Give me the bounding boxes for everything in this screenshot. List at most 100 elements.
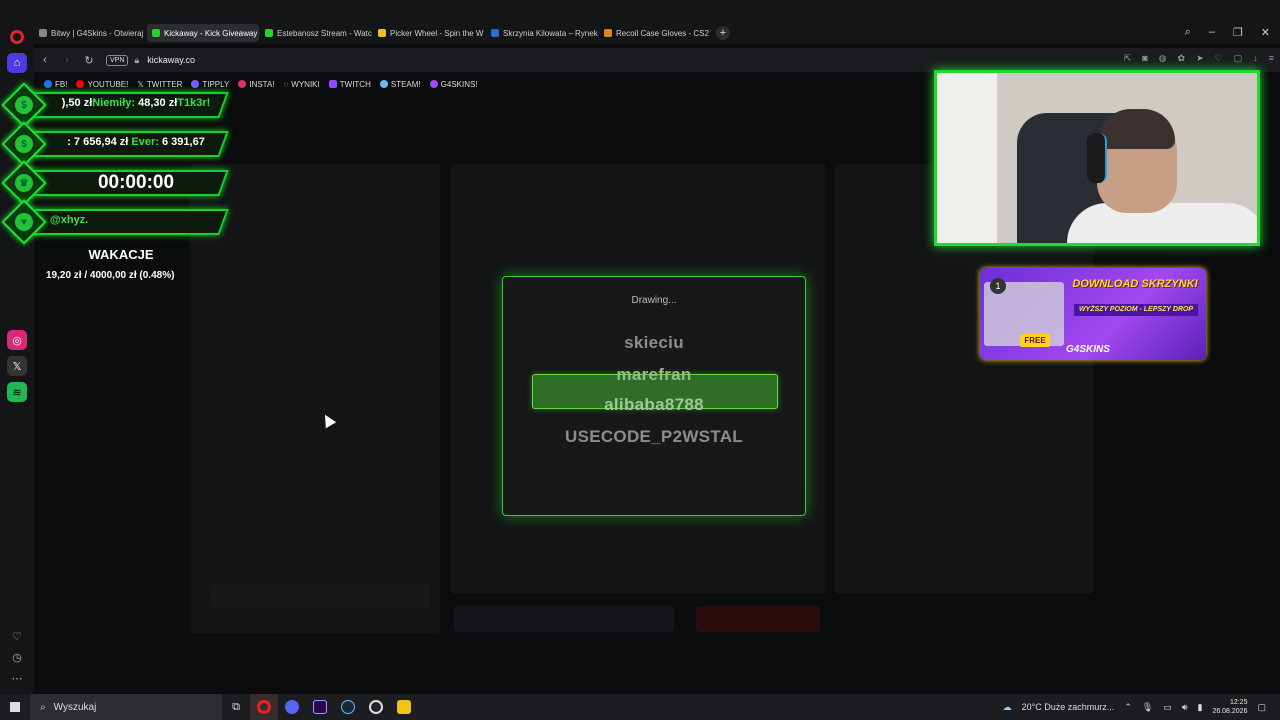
bookmark-twitter[interactable]: 𝕏 TWITTER [137,80,182,89]
download-icon[interactable]: ↓ [1253,53,1258,64]
network-icon[interactable]: ▭ [1163,702,1172,713]
history-icon[interactable]: ◷ [7,647,27,667]
twitch-icon [328,80,337,88]
settings-icon[interactable]: ✿ [1178,53,1186,64]
bookmark-steam[interactable]: STEAM! [379,80,421,89]
spotify-icon[interactable]: ≋ [7,382,27,402]
crown-icon: ♛ [15,174,33,192]
heart-icon[interactable]: ♡ [7,626,27,646]
start-button[interactable] [0,694,30,720]
streamer-shirt [1067,203,1257,243]
ad-free-badge: FREE [1020,334,1050,347]
address-bar: ‹ › ↻ VPN 🔒︎ kickaway.co ⇱ ◙ ◍ ✿ ➤ ♡ ▢ ↓… [34,48,1280,72]
chevron-up-icon[interactable]: ⌃ [1124,702,1132,713]
goal-title: WAKACJE [88,247,154,262]
ai-icon[interactable]: ◍ [1159,53,1167,64]
menu-icon[interactable]: ≡ [1269,53,1274,64]
tab-3[interactable]: Picker Wheel - Spin the W [373,24,485,42]
weather-text[interactable]: 20°C Duże zachmurz... [1022,702,1115,712]
tab-4[interactable]: Skrzynia Kilowata – Rynek [486,24,598,42]
bookmark-g4skins[interactable]: G4SKINS! [429,80,478,89]
lock-icon[interactable]: 🔒︎ [134,55,139,66]
box-icon[interactable]: ▢ [1234,53,1243,64]
heart-toolbar-icon[interactable]: ♡ [1215,53,1223,64]
opera-logo-icon[interactable] [0,22,34,52]
share-icon[interactable]: ⇱ [1124,53,1132,64]
forward-icon[interactable]: › [56,50,78,70]
bookmark-tipply[interactable]: TIPPLY [191,80,229,89]
bookmark-fb[interactable]: FB! [44,80,67,89]
bookmark-insta[interactable]: INSTA! [238,80,275,89]
steam-taskbar-icon[interactable] [334,694,362,720]
draw-button-ghost [696,606,820,632]
cam-window [937,73,997,243]
send-icon[interactable]: ➤ [1196,53,1204,64]
premiere-taskbar-icon[interactable] [306,694,334,720]
bookmark-label: TWITTER [146,79,183,89]
tab-2[interactable]: Estebanosz Stream - Watch [260,24,372,42]
tab-favicon [491,29,499,37]
search-tabs-icon[interactable]: ⌕ [1185,26,1191,39]
tipply-icon [191,80,200,88]
bookmark-wyniki[interactable]: ◌ WYNIKI [284,80,320,89]
battery-icon[interactable]: ▮ [1197,702,1202,713]
discord-icon [285,700,299,714]
follower-badge: ♥ @xhyz. [1,199,229,245]
ad-title: DOWNLOAD SKRZYNKI [1072,278,1198,290]
task-view-icon[interactable]: ⧉ [222,694,250,720]
timer-badge: ♛ 00:00:00 [1,160,229,206]
x-icon[interactable]: 𝕏 [7,356,27,376]
bookmark-youtube[interactable]: YOUTUBE! [76,80,128,89]
wheel-entry: marefran [616,365,692,384]
home-icon[interactable]: ⌂ [7,53,27,73]
taskbar-search[interactable]: ⌕ Wyszukaj [30,694,222,720]
back-icon[interactable]: ‹ [34,50,56,70]
tab-label: Bitwy | G4Skins - Otwieraj [51,28,144,38]
windows-taskbar: ⌕ Wyszukaj ⧉ ☁ 20°C Duże zachmurz... ⌃ 🎙︎… [0,694,1280,720]
window-controls: ⌕ – ❐ ✕ [1185,26,1270,39]
close-icon[interactable]: ✕ [1261,26,1270,39]
vpn-badge[interactable]: VPN [106,54,129,66]
tab-5[interactable]: Recoil Case Gloves - CS2 [599,24,711,42]
tab-favicon [378,29,386,37]
x-icon: 𝕏 [137,79,144,89]
instagram-icon [238,80,247,88]
bookmark-label: WYNIKI [291,79,320,89]
opera-taskbar-icon[interactable] [250,694,278,720]
ranking-amount: : 7 656,94 zł [67,136,132,148]
tab-0[interactable]: Bitwy | G4Skins - Otwieraj [34,24,146,42]
tab-favicon [39,29,47,37]
kick-taskbar-icon[interactable] [390,694,418,720]
obs-icon [369,700,383,714]
obs-taskbar-icon[interactable] [362,694,390,720]
bookmark-label: TWITCH [339,79,371,89]
volume-icon[interactable]: 🔊︎ [1182,702,1188,713]
clock[interactable]: 12:25 26.08.2026 [1212,698,1247,716]
facebook-icon [44,80,52,88]
mic-icon[interactable]: 🎙︎ [1142,702,1153,713]
clock-date: 26.08.2026 [1212,708,1248,715]
more-icon[interactable]: ⋯ [7,668,27,688]
bookmark-label: FB! [55,79,68,89]
clock-time: 12:25 [1229,699,1248,706]
screen: Bitwy | G4Skins - Otwieraj Kickaway - Ki… [0,0,1280,720]
windows-icon [10,702,20,712]
notification-icon[interactable]: ▢ [1257,702,1266,713]
reload-icon[interactable]: ↻ [78,50,100,70]
bookmark-twitch[interactable]: TWITCH [328,79,371,89]
tab-1[interactable]: Kickaway - Kick Giveaway [147,24,259,42]
minimize-icon[interactable]: – [1209,26,1215,39]
discord-taskbar-icon[interactable] [278,694,306,720]
camera-icon[interactable]: ◙ [1142,53,1147,64]
premiere-icon [313,700,327,714]
ad-brand: G4SKINS [1066,344,1110,355]
donation-amount: 48,30 zł [135,97,178,109]
url-field[interactable]: kickaway.co [147,55,195,65]
g4skins-ad-banner[interactable]: 1 DOWNLOAD SKRZYNKI WYŻSZY POZIOM - LEPS… [980,268,1206,360]
weather-icon[interactable]: ☁ [1003,702,1012,713]
opera-icon [257,700,271,714]
new-tab-button[interactable]: + [716,26,730,40]
maximize-icon[interactable]: ❐ [1233,26,1243,39]
instagram-icon[interactable]: ◎ [7,330,27,350]
kick-icon [397,700,411,714]
